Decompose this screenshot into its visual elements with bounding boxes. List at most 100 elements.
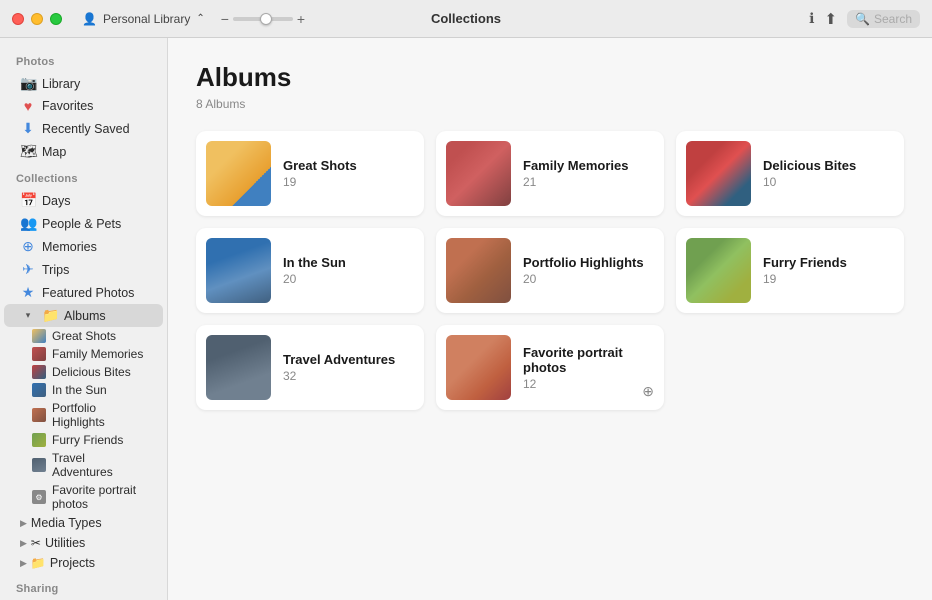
sidebar-sub-portfolio[interactable]: Portfolio Highlights [4,399,163,431]
sidebar-library-label: Library [42,77,80,91]
sidebar-favorites-label: Favorites [42,99,93,113]
zoom-plus[interactable]: + [297,11,305,27]
album-num-great-shots: 19 [283,175,414,189]
sidebar-item-days[interactable]: 📅 Days [4,189,163,212]
library-selector[interactable]: 👤 Personal Library ⌃ [82,12,205,26]
album-grid: Great Shots 19 Family Memories 21 Delici… [196,131,904,410]
zoom-minus[interactable]: − [221,11,229,27]
sidebar-item-albums[interactable]: ▾ 📁 Albums [4,304,163,327]
album-name-great-shots: Great Shots [283,158,414,173]
sidebar-item-trips[interactable]: ✈ Trips [4,258,163,281]
sidebar-featured-photos-label: Featured Photos [42,286,134,300]
sidebar-sub-great-shots[interactable]: Great Shots [4,327,163,345]
album-card-great-shots[interactable]: Great Shots 19 [196,131,424,216]
sidebar-utilities[interactable]: ▶ ✂ Utilities [4,533,163,553]
album-info-portrait: Favorite portrait photos 12 [523,345,654,391]
minimize-button[interactable] [31,13,43,25]
projects-label: Projects [50,556,95,570]
sidebar-media-types[interactable]: ▶ Media Types [4,513,163,533]
album-info-family: Family Memories 21 [523,158,654,189]
zoom-thumb[interactable] [260,13,272,25]
album-info-great-shots: Great Shots 19 [283,158,414,189]
library-label: Personal Library [103,12,190,26]
search-icon: 🔍 [855,12,870,26]
album-card-furry-friends[interactable]: Furry Friends 19 [676,228,904,313]
album-thumb-in-sun [206,238,271,303]
photos-section-label: Photos [0,46,167,72]
portrait-sub-label: Favorite portrait photos [52,483,147,511]
album-card-delicious-bites[interactable]: Delicious Bites 10 [676,131,904,216]
sidebar-sub-portrait[interactable]: ⚙ Favorite portrait photos [4,481,163,513]
album-name-travel: Travel Adventures [283,352,414,367]
travel-sub-icon [32,458,46,472]
zoom-slider[interactable] [233,17,293,21]
main-content: Albums 8 Albums Great Shots 19 Family Me… [168,38,932,600]
album-thumb-delicious [686,141,751,206]
album-name-delicious: Delicious Bites [763,158,894,173]
sidebar-item-library[interactable]: 📷 Library [4,72,163,95]
days-icon: 📅 [20,192,36,209]
sidebar-recently-saved-label: Recently Saved [42,122,130,136]
sidebar-days-label: Days [42,194,70,208]
album-info-portfolio: Portfolio Highlights 20 [523,255,654,286]
album-num-family: 21 [523,175,654,189]
info-icon[interactable]: ℹ [809,10,814,27]
zoom-slider-control[interactable]: − + [221,11,305,27]
sidebar-people-pets-label: People & Pets [42,217,121,231]
sidebar-item-map[interactable]: 🗺 Map [4,140,163,163]
sidebar-sub-furry[interactable]: Furry Friends [4,431,163,449]
utilities-icon: ✂ [31,536,41,550]
album-card-travel[interactable]: Travel Adventures 32 [196,325,424,410]
favorites-icon: ♥ [20,98,36,114]
sidebar-memories-label: Memories [42,240,97,254]
share-icon[interactable]: ⬆ [824,10,837,28]
sharing-section-label: Sharing [0,573,167,599]
album-card-in-sun[interactable]: In the Sun 20 [196,228,424,313]
sidebar-projects[interactable]: ▶ 📁 Projects [4,553,163,573]
collections-section-label: Collections [0,163,167,189]
library-icon: 📷 [20,75,36,92]
album-name-furry: Furry Friends [763,255,894,270]
album-thumb-portrait [446,335,511,400]
library-arrow-icon: ⌃ [196,13,204,24]
album-name-family: Family Memories [523,158,654,173]
sidebar-sub-delicious-bites[interactable]: Delicious Bites [4,363,163,381]
memories-icon: ⊕ [20,238,36,255]
sidebar-sub-travel[interactable]: Travel Adventures [4,449,163,481]
search-bar[interactable]: 🔍 Search [847,10,920,28]
sidebar-item-recently-saved[interactable]: ⬇ Recently Saved [4,117,163,140]
sidebar-item-people-pets[interactable]: 👥 People & Pets [4,212,163,235]
trips-icon: ✈ [20,261,36,278]
album-thumb-great-shots [206,141,271,206]
fullscreen-button[interactable] [50,13,62,25]
album-num-delicious: 10 [763,175,894,189]
album-thumb-family [446,141,511,206]
great-shots-sub-icon [32,329,46,343]
album-info-in-sun: In the Sun 20 [283,255,414,286]
sidebar-albums-label: Albums [64,309,106,323]
portfolio-sub-icon [32,408,46,422]
sidebar-item-favorites[interactable]: ♥ Favorites [4,95,163,117]
portfolio-sub-label: Portfolio Highlights [52,401,147,429]
close-button[interactable] [12,13,24,25]
sidebar-map-label: Map [42,145,66,159]
album-thumb-portfolio [446,238,511,303]
album-card-family-memories[interactable]: Family Memories 21 [436,131,664,216]
family-memories-sub-icon [32,347,46,361]
app-body: Photos 📷 Library ♥ Favorites ⬇ Recently … [0,38,932,600]
album-card-portrait[interactable]: Favorite portrait photos 12 ⊕ [436,325,664,410]
album-name-portrait: Favorite portrait photos [523,345,654,375]
sidebar-item-memories[interactable]: ⊕ Memories [4,235,163,258]
people-pets-icon: 👥 [20,215,36,232]
media-types-label: Media Types [31,516,102,530]
albums-icon: 📁 [42,307,58,324]
search-placeholder: Search [874,12,912,26]
sidebar-item-featured-photos[interactable]: ★ Featured Photos [4,281,163,304]
album-name-portfolio: Portfolio Highlights [523,255,654,270]
furry-sub-icon [32,433,46,447]
titlebar: 👤 Personal Library ⌃ − + Collections ℹ ⬆… [0,0,932,38]
traffic-lights [12,13,62,25]
sidebar-sub-family-memories[interactable]: Family Memories [4,345,163,363]
sidebar-sub-in-sun[interactable]: In the Sun [4,381,163,399]
album-card-portfolio[interactable]: Portfolio Highlights 20 [436,228,664,313]
